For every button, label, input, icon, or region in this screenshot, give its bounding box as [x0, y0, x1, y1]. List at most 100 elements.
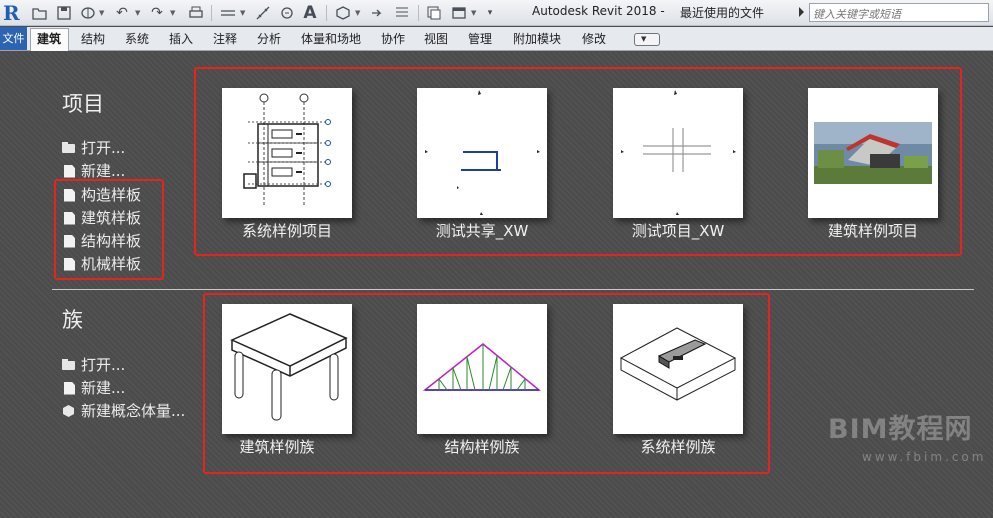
- link-label: 打开...: [81, 356, 126, 374]
- tab-structure[interactable]: 结构: [81, 31, 105, 47]
- aligned-dimension-icon[interactable]: [253, 3, 273, 23]
- switch-windows-dropdown-icon[interactable]: ▼: [471, 5, 479, 21]
- architectural-sample-rendering-icon: [814, 122, 932, 184]
- document-icon: [64, 257, 75, 271]
- recent-project-thumbnail[interactable]: [417, 88, 547, 218]
- recent-project-label[interactable]: 测试项目_XW: [588, 221, 768, 241]
- toolbar-separator: [418, 5, 419, 21]
- family-new-link[interactable]: 新建...: [62, 378, 125, 398]
- redo-icon[interactable]: ↷: [148, 3, 166, 23]
- revit-logo-icon[interactable]: R: [3, 2, 23, 24]
- title-bar: R ▼ ↶ ▼ ↷ ▼ ▼ A ▼ ▼ ▾ Autodesk Revit 201…: [0, 0, 993, 26]
- undo-icon[interactable]: ↶: [113, 3, 131, 23]
- tab-add-ins[interactable]: 附加模块: [513, 31, 561, 47]
- recent-files-page: 项目 打开... 新建... 构造样板 建筑样板 结构样板 机械样板 系统样例项…: [0, 52, 993, 518]
- shared-test-plan-icon: [425, 90, 540, 215]
- close-hidden-windows-icon[interactable]: [424, 3, 444, 23]
- truss-family-icon: [422, 343, 542, 391]
- tab-analyze[interactable]: 分析: [257, 31, 281, 47]
- mechanical-template-link[interactable]: 机械样板: [62, 254, 141, 274]
- app-title: Autodesk Revit 2018 -: [532, 4, 665, 18]
- measure-icon[interactable]: [218, 3, 238, 23]
- tab-architecture[interactable]: 建筑: [30, 28, 70, 51]
- ribbon-minimize-button[interactable]: ▼: [634, 33, 660, 46]
- new-conceptual-mass-link[interactable]: 新建概念体量...: [62, 401, 185, 421]
- folder-icon: [62, 358, 76, 372]
- recent-project-label[interactable]: 测试共享_XW: [392, 221, 572, 241]
- link-label: 打开...: [81, 139, 126, 157]
- architectural-template-link[interactable]: 建筑样板: [62, 208, 141, 228]
- print-icon[interactable]: [186, 3, 206, 23]
- thin-lines-icon[interactable]: [392, 3, 412, 23]
- families-heading: 族: [62, 308, 83, 332]
- structural-template-link[interactable]: 结构样板: [62, 231, 141, 251]
- document-title: 最近使用的文件: [680, 6, 765, 20]
- tab-file[interactable]: 文件: [0, 27, 27, 50]
- site-watermark: BIM教程网: [828, 414, 973, 445]
- recent-project-label[interactable]: 建筑样例项目: [783, 221, 963, 241]
- recent-family-label[interactable]: 结构样例族: [392, 437, 572, 457]
- link-label: 新建...: [81, 379, 126, 397]
- tab-annotate[interactable]: 注释: [213, 31, 237, 47]
- measure-dropdown-icon[interactable]: ▼: [240, 5, 248, 21]
- project-new-link[interactable]: 新建...: [62, 161, 125, 181]
- default-3d-view-icon[interactable]: [333, 3, 353, 23]
- toolbar-separator: [326, 5, 327, 21]
- construction-template-link[interactable]: 构造样板: [62, 185, 141, 205]
- tab-view[interactable]: 视图: [424, 31, 448, 47]
- text-icon[interactable]: A: [300, 3, 320, 23]
- link-label: 结构样板: [81, 232, 142, 250]
- document-icon: [64, 211, 75, 225]
- recent-family-thumbnail[interactable]: [613, 304, 743, 434]
- document-icon: [64, 188, 75, 202]
- search-expand-icon[interactable]: [799, 7, 804, 17]
- family-open-link[interactable]: 打开...: [62, 355, 125, 375]
- projects-heading: 项目: [62, 92, 104, 116]
- sync-dropdown-icon[interactable]: ▼: [99, 5, 107, 21]
- recent-family-thumbnail[interactable]: [417, 304, 547, 434]
- toolbar-separator: [211, 5, 212, 21]
- 3d-view-dropdown-icon[interactable]: ▼: [355, 5, 363, 21]
- link-label: 新建...: [81, 162, 126, 180]
- ribbon-tab-bar: 文件 建筑 结构 系统 插入 注释 分析 体量和场地 协作 视图 管理 附加模块…: [0, 27, 993, 51]
- recent-project-thumbnail[interactable]: [808, 88, 938, 218]
- folder-icon: [62, 141, 76, 155]
- project-open-link[interactable]: 打开...: [62, 138, 125, 158]
- sync-icon[interactable]: [79, 3, 97, 23]
- tab-collaborate[interactable]: 协作: [381, 31, 405, 47]
- site-watermark-url: www.fbim.com: [862, 450, 987, 464]
- recent-family-label[interactable]: 系统样例族: [588, 437, 768, 457]
- system-sample-plan-icon: [243, 93, 331, 206]
- link-label: 新建概念体量...: [81, 402, 186, 420]
- recent-family-label[interactable]: 建筑样例族: [187, 437, 367, 457]
- customize-toolbar-icon[interactable]: ▾: [483, 3, 497, 23]
- document-icon: [64, 381, 75, 395]
- recent-project-label[interactable]: 系统样例项目: [197, 221, 377, 241]
- switch-windows-icon[interactable]: [449, 3, 469, 23]
- tab-modify[interactable]: 修改: [582, 31, 606, 47]
- tab-massing-site[interactable]: 体量和场地: [301, 31, 361, 47]
- link-label: 机械样板: [81, 255, 142, 273]
- test-project-plan-icon: [621, 90, 736, 215]
- mechanical-equipment-family-icon: [619, 327, 737, 401]
- tag-icon[interactable]: [278, 3, 296, 23]
- document-icon: [64, 164, 75, 178]
- recent-project-thumbnail[interactable]: [613, 88, 743, 218]
- redo-dropdown-icon[interactable]: ▼: [170, 5, 178, 21]
- table-family-icon: [230, 313, 348, 421]
- tab-manage[interactable]: 管理: [468, 31, 492, 47]
- open-icon[interactable]: [31, 3, 49, 23]
- section-icon[interactable]: [368, 3, 386, 23]
- document-icon: [64, 234, 75, 248]
- search-input[interactable]: 键入关键字或短语: [809, 3, 989, 22]
- chevron-down-icon: ▼: [641, 35, 647, 43]
- mass-cube-icon: [62, 404, 76, 418]
- tab-systems[interactable]: 系统: [125, 31, 149, 47]
- save-icon[interactable]: [55, 3, 73, 23]
- section-divider: [52, 289, 974, 290]
- link-label: 建筑样板: [81, 209, 142, 227]
- undo-dropdown-icon[interactable]: ▼: [135, 5, 143, 21]
- recent-project-thumbnail[interactable]: [222, 88, 352, 218]
- recent-family-thumbnail[interactable]: [222, 304, 352, 434]
- tab-insert[interactable]: 插入: [169, 31, 193, 47]
